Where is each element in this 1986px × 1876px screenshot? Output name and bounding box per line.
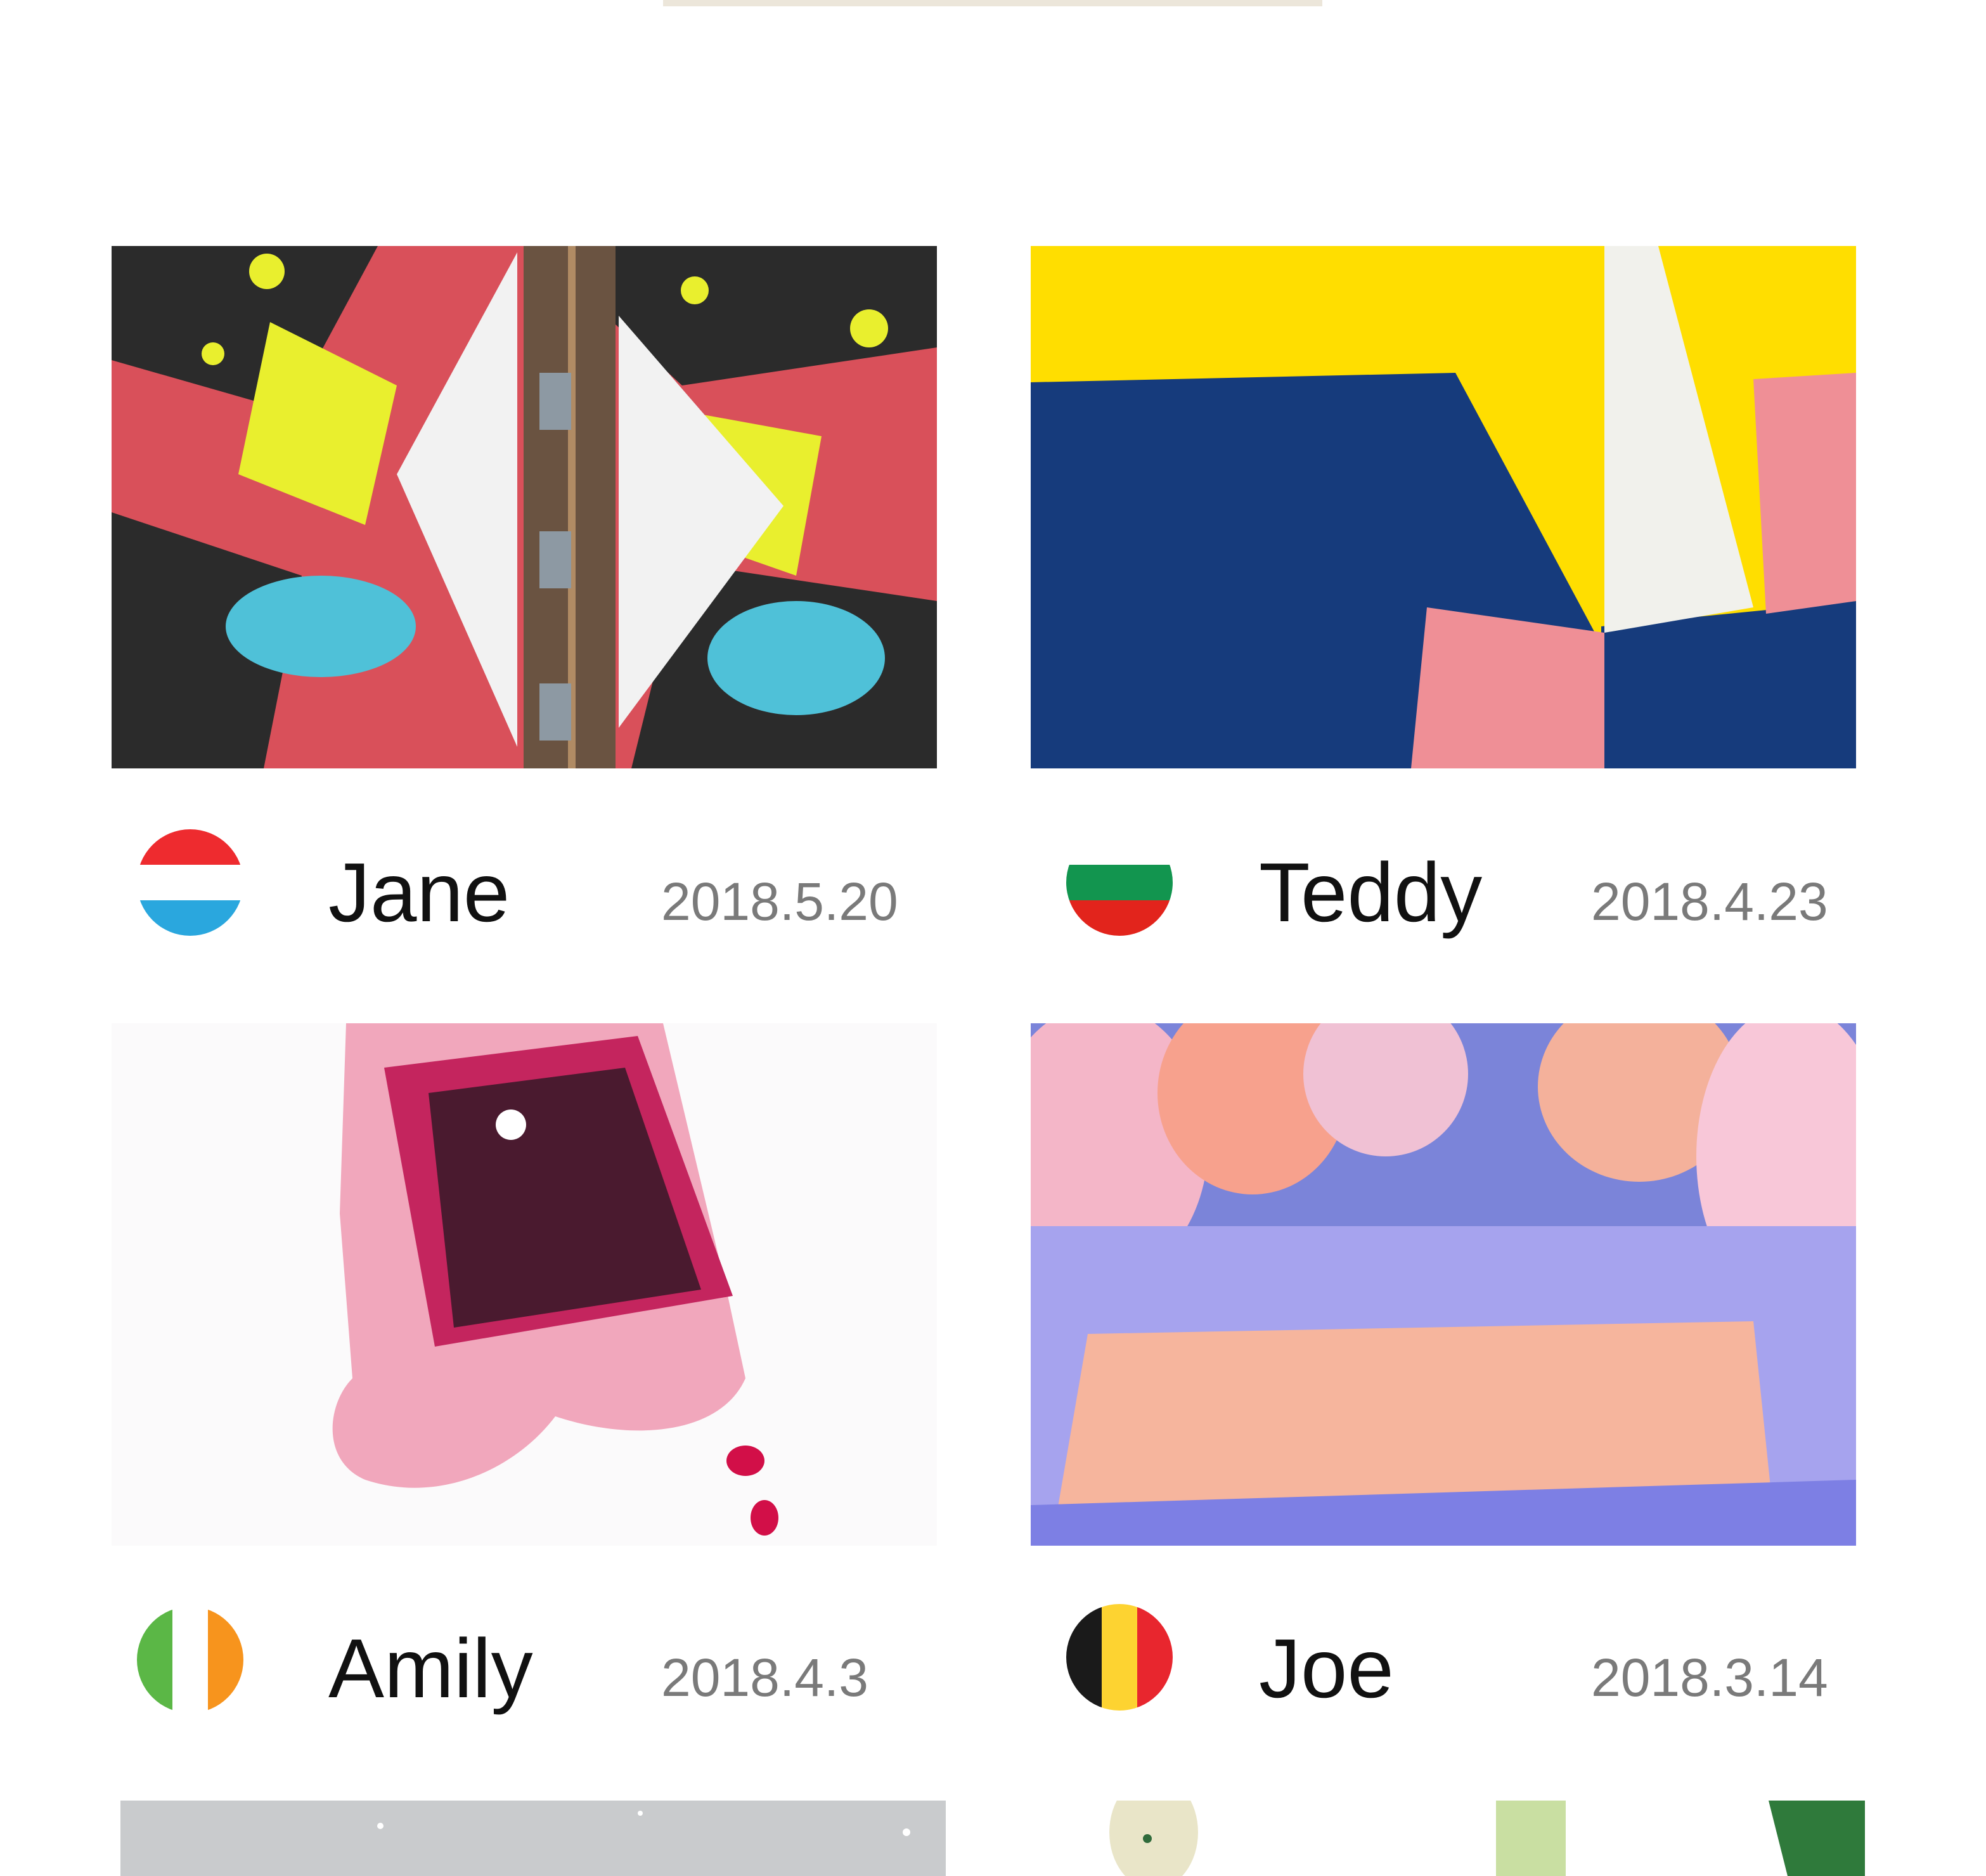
author-name: Joe (1259, 1622, 1394, 1715)
post-date: 2018.4.23 (1591, 872, 1828, 931)
snowy-forest-sunset-image[interactable] (1031, 1023, 1856, 1546)
author-name: Jane (328, 846, 510, 939)
post-date: 2018.4.3 (661, 1648, 868, 1707)
author-name: Amily (328, 1622, 533, 1715)
post-date: 2018.3.14 (1591, 1648, 1828, 1707)
ireland-flag-icon (137, 1607, 243, 1713)
luxembourg-flag-icon (137, 829, 243, 936)
street-art-mural-image[interactable] (112, 246, 937, 768)
abstract-painted-wall-image[interactable] (1031, 246, 1856, 768)
snowy-scene-image[interactable] (120, 1801, 946, 1876)
top-tab-indicator (663, 0, 1322, 6)
cactus-illustration-image[interactable] (1040, 1801, 1865, 1876)
author-name: Teddy (1259, 846, 1483, 939)
bulgaria-flag-icon (1066, 829, 1173, 936)
tea-bag-stain-image[interactable] (112, 1023, 937, 1546)
post-date: 2018.5.20 (661, 872, 898, 931)
belgium-flag-icon (1066, 1604, 1173, 1711)
